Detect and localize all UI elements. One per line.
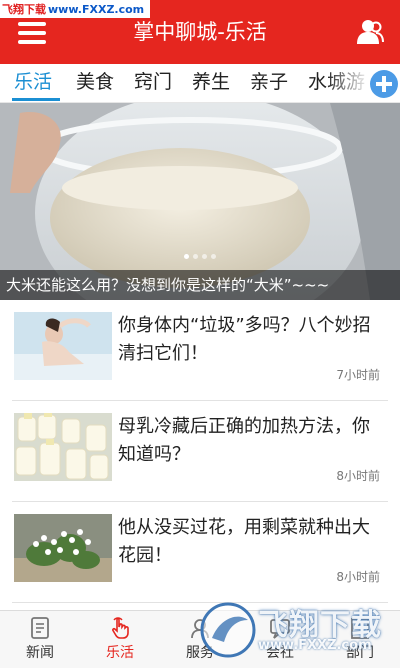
carousel-dot[interactable] (193, 254, 198, 259)
milk-bottles-photo (14, 413, 112, 481)
banner-caption: 大米还能这么用？没想到你是这样的“大米”~~~ (0, 270, 400, 300)
user-button[interactable] (356, 18, 384, 46)
tab-health[interactable]: 养生 (192, 64, 230, 100)
tab-lehuo[interactable]: 乐活 (14, 64, 52, 100)
news-item[interactable]: 他从没买过花，用剩菜就种出大花园！ 8小时前 (12, 502, 388, 603)
news-timestamp: 8小时前 (336, 469, 380, 483)
nav-label: 乐活 (106, 645, 134, 661)
category-tabs: 乐活 美食 窍门 养生 亲子 水城游 (0, 64, 400, 103)
banner-carousel[interactable]: 大米还能这么用？没想到你是这样的“大米”~~~ (0, 103, 400, 300)
watermark-top: 飞翔下载 www.FXXZ.com (0, 0, 150, 18)
news-title: 他从没买过花，用剩菜就种出大花园！ (118, 517, 370, 566)
page-title: 掌中聊城-乐活 (133, 20, 267, 44)
news-timestamp: 7小时前 (336, 368, 380, 382)
nav-lehuo[interactable]: 乐活 (80, 611, 160, 668)
carousel-dot[interactable] (211, 254, 216, 259)
watermark-site-url: www.FXXZ.com (48, 2, 145, 16)
active-tab-indicator (12, 98, 60, 101)
tab-parenting[interactable]: 亲子 (250, 64, 288, 100)
tab-scroll-fade (326, 64, 370, 102)
nav-news[interactable]: 新闻 (0, 611, 80, 668)
bath-photo (14, 312, 112, 380)
add-category-button[interactable] (370, 70, 398, 98)
news-timestamp: 8小时前 (336, 570, 380, 584)
news-thumbnail (14, 312, 112, 380)
news-thumbnail (14, 514, 112, 582)
carousel-dot[interactable] (202, 254, 207, 259)
tap-finger-icon (112, 617, 129, 639)
flowers-photo (14, 514, 112, 582)
news-title: 你身体内“垃圾”多吗？八个妙招清扫它们！ (118, 315, 371, 364)
watermark-logo-icon (200, 602, 256, 658)
news-thumbnail (14, 413, 112, 481)
news-item[interactable]: 母乳冷藏后正确的加热方法，你知道吗？ 8小时前 (12, 401, 388, 502)
watermark-site-name: 飞翔下载 (2, 3, 46, 16)
news-item[interactable]: 你身体内“垃圾”多吗？八个妙招清扫它们！ 7小时前 (12, 300, 388, 401)
user-icon (357, 20, 384, 44)
news-doc-icon (31, 617, 49, 639)
tab-food[interactable]: 美食 (76, 64, 114, 100)
nav-label: 新闻 (26, 645, 54, 661)
watermark-bottom-right: 飞翔下载 www.FXXZ.com (198, 596, 400, 667)
watermark-url: www.FXXZ.com (258, 638, 372, 653)
carousel-dot[interactable] (184, 254, 189, 259)
carousel-dots (184, 254, 216, 259)
news-title: 母乳冷藏后正确的加热方法，你知道吗？ (118, 416, 370, 465)
tab-tips[interactable]: 窍门 (134, 64, 172, 100)
